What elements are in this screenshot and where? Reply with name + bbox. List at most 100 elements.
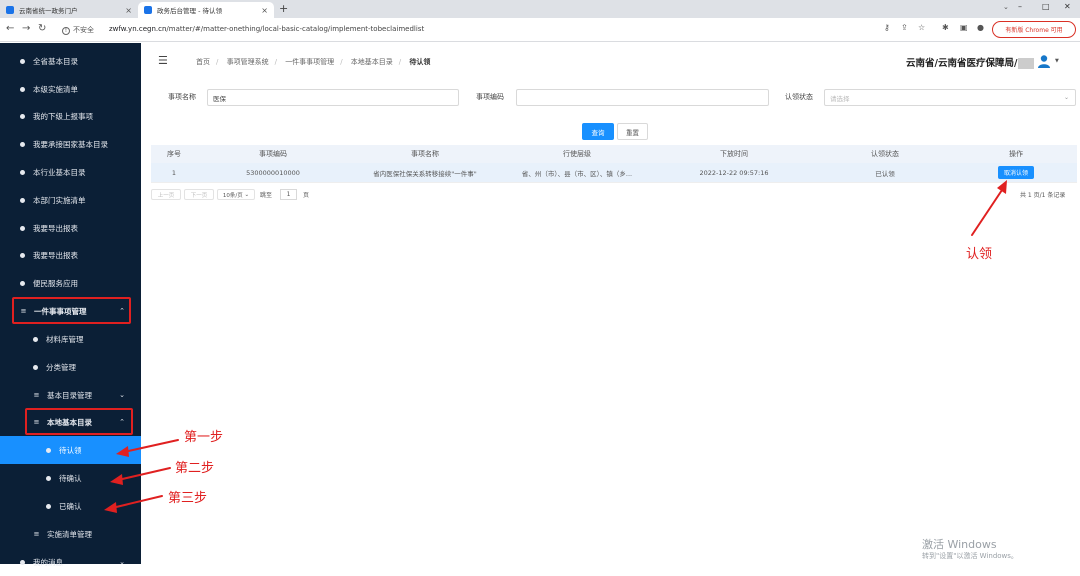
bullet-icon bbox=[33, 364, 38, 370]
code-label: 事项编码 bbox=[476, 93, 504, 101]
sidebar-item-label: 基本目录管理 bbox=[47, 390, 92, 400]
col-status: 认领状态 bbox=[871, 150, 899, 158]
cell-index: 1 bbox=[171, 168, 177, 177]
status-select[interactable]: 请选择 ⌄ bbox=[824, 89, 1076, 106]
menu-icon: ≡ bbox=[33, 391, 40, 399]
name-input[interactable]: 医保 bbox=[207, 89, 459, 106]
close-icon[interactable]: × bbox=[261, 6, 268, 15]
cancel-claim-button[interactable]: 取消认领 bbox=[998, 166, 1034, 179]
sidebar-item-1[interactable]: 本级实施清单 bbox=[0, 75, 141, 103]
chevron-down-icon[interactable]: ⌄ bbox=[119, 391, 125, 399]
sidebar-item-label: 分类管理 bbox=[46, 362, 76, 372]
bullet-icon bbox=[20, 113, 25, 119]
maximize-icon[interactable]: □ bbox=[1042, 2, 1050, 11]
sidebar-item-7[interactable]: 我要导出报表 bbox=[0, 241, 141, 269]
browser-tab-admin[interactable]: 政务后台管理 - 待认领 × bbox=[138, 2, 274, 18]
sidebar-item-3[interactable]: 我要承接国家基本目录 bbox=[0, 130, 141, 158]
sidebar-item-12[interactable]: ≡ 基本目录管理 ⌄ bbox=[0, 381, 141, 409]
security-indicator[interactable]: ! 不安全 bbox=[62, 25, 94, 35]
bullet-icon bbox=[33, 336, 38, 342]
activation-watermark-text: 转到"设置"以激活 Windows。 bbox=[922, 552, 1018, 560]
url-text[interactable]: zwfw.yn.cegn.cn/matter/#/matter-onething… bbox=[109, 25, 424, 33]
sidebar-item-18[interactable]: 我的消息 ⌄ bbox=[0, 548, 141, 576]
cell-code: 5300000010000 bbox=[246, 168, 300, 177]
sidebar-item-5[interactable]: 本部门实施清单 bbox=[0, 186, 141, 214]
menu-toggle-icon[interactable]: ☰ bbox=[158, 54, 168, 67]
back-icon[interactable]: ← bbox=[6, 23, 14, 34]
minimize-icon[interactable]: – bbox=[1018, 2, 1022, 11]
chrome-update-button[interactable]: 有新版 Chrome 可用 bbox=[992, 21, 1076, 38]
tab-title: 云南省统一政务门户 bbox=[19, 7, 78, 15]
info-icon: ! bbox=[62, 27, 70, 35]
name-label: 事项名称 bbox=[168, 93, 196, 101]
bullet-icon bbox=[20, 141, 25, 147]
sidebar-item-11[interactable]: 分类管理 bbox=[0, 353, 141, 381]
highlight-box-local-catalog bbox=[25, 408, 133, 435]
forward-icon[interactable]: → bbox=[22, 23, 30, 34]
sidebar-item-label: 便民服务应用 bbox=[33, 278, 78, 288]
sidebar-item-15[interactable]: 待确认 bbox=[0, 464, 141, 492]
annotation-step1: 第一步 bbox=[184, 430, 224, 445]
col-level: 行使层级 bbox=[563, 150, 591, 158]
browser-toolbar: ← → ↻ ! 不安全 zwfw.yn.cegn.cn/matter/#/matt… bbox=[0, 18, 1080, 42]
sidebar-item-10[interactable]: 材料库管理 bbox=[0, 325, 141, 353]
tab-search-icon[interactable]: ⌄ bbox=[1003, 3, 1009, 11]
next-page-button[interactable]: 下一页 bbox=[184, 189, 214, 200]
new-tab-button[interactable]: + bbox=[279, 2, 288, 15]
bullet-icon bbox=[20, 197, 25, 203]
cell-action: 取消认领 bbox=[955, 163, 1077, 182]
redacted-mask bbox=[1018, 58, 1035, 69]
address-bar[interactable]: ! 不安全 zwfw.yn.cegn.cn/matter/#/matter-one… bbox=[62, 22, 987, 38]
sidebar-item-2[interactable]: 我的下级上报事项 bbox=[0, 102, 141, 130]
annotation-arrows bbox=[104, 180, 1007, 513]
sidebar-item-17[interactable]: ≡ 实施清单管理 bbox=[0, 520, 141, 548]
browser-tab-bar: 云南省统一政务门户 × 政务后台管理 - 待认领 × + ⌄ – □ ✕ bbox=[0, 0, 1080, 18]
close-icon[interactable]: × bbox=[125, 6, 132, 15]
sidebar-item-6[interactable]: 我要导出报表 bbox=[0, 214, 141, 242]
col-code: 事项编码 bbox=[259, 150, 287, 158]
cell-level: 省、州（市）、县（市、区）、镇（乡... bbox=[521, 169, 633, 178]
reset-button[interactable]: 重置 bbox=[617, 123, 648, 140]
window-close-icon[interactable]: ✕ bbox=[1064, 2, 1071, 11]
bullet-icon bbox=[20, 280, 25, 286]
breadcrumb-local-catalog[interactable]: 本地基本目录 bbox=[351, 58, 393, 66]
col-time: 下放时间 bbox=[720, 150, 748, 158]
browser-tab-portal[interactable]: 云南省统一政务门户 × bbox=[0, 2, 138, 18]
profile-icon[interactable]: ● bbox=[977, 23, 984, 32]
sidebar-item-16[interactable]: 已确认 bbox=[0, 492, 141, 520]
sidebar-item-label: 我的下级上报事项 bbox=[33, 111, 93, 121]
highlight-box-onething bbox=[12, 297, 131, 324]
org-name[interactable]: 云南省/云南省医疗保障局/ bbox=[906, 55, 1035, 69]
extensions-icon[interactable]: ✱ bbox=[942, 23, 949, 32]
cell-status: 已认领 bbox=[875, 169, 895, 178]
sidebar-item-label: 我的消息 bbox=[33, 557, 63, 567]
sidebar-item-label: 全省基本目录 bbox=[33, 56, 78, 66]
sidebar-item-8[interactable]: 便民服务应用 bbox=[0, 269, 141, 297]
site-favicon-icon bbox=[144, 6, 152, 14]
breadcrumb-system[interactable]: 事项管理系统 bbox=[227, 58, 269, 66]
sidebar-item-0[interactable]: 全省基本目录 bbox=[0, 47, 141, 75]
side-panel-icon[interactable]: ▣ bbox=[960, 23, 968, 32]
breadcrumb-onething[interactable]: 一件事事项管理 bbox=[285, 58, 334, 66]
sidebar-item-label: 待认领 bbox=[59, 445, 82, 455]
code-input[interactable] bbox=[516, 89, 769, 106]
sidebar-item-label: 实施清单管理 bbox=[47, 529, 92, 539]
bullet-icon bbox=[20, 225, 25, 231]
chevron-down-icon[interactable]: ⌄ bbox=[119, 558, 125, 566]
tab-title: 政务后台管理 - 待认领 bbox=[157, 7, 222, 15]
reload-icon[interactable]: ↻ bbox=[38, 23, 46, 34]
bullet-icon bbox=[20, 86, 25, 92]
chevron-down-icon[interactable]: ▼ bbox=[1055, 58, 1059, 64]
goto-page-input[interactable]: 1 bbox=[280, 189, 297, 200]
key-icon[interactable]: ⚷ bbox=[884, 23, 890, 32]
prev-page-button[interactable]: 上一页 bbox=[151, 189, 181, 200]
sidebar-item-label: 本行业基本目录 bbox=[33, 167, 86, 177]
share-icon[interactable]: ⇪ bbox=[901, 23, 908, 32]
sidebar-item-14[interactable]: 待认领 bbox=[0, 436, 141, 464]
bookmark-star-icon[interactable]: ☆ bbox=[918, 23, 925, 32]
breadcrumb-home[interactable]: 首页 bbox=[196, 58, 210, 66]
page-size-select[interactable]: 10条/页 ⌄ bbox=[217, 189, 255, 200]
user-avatar-icon[interactable] bbox=[1037, 54, 1051, 68]
sidebar-item-4[interactable]: 本行业基本目录 bbox=[0, 158, 141, 186]
query-button[interactable]: 查询 bbox=[582, 123, 614, 140]
